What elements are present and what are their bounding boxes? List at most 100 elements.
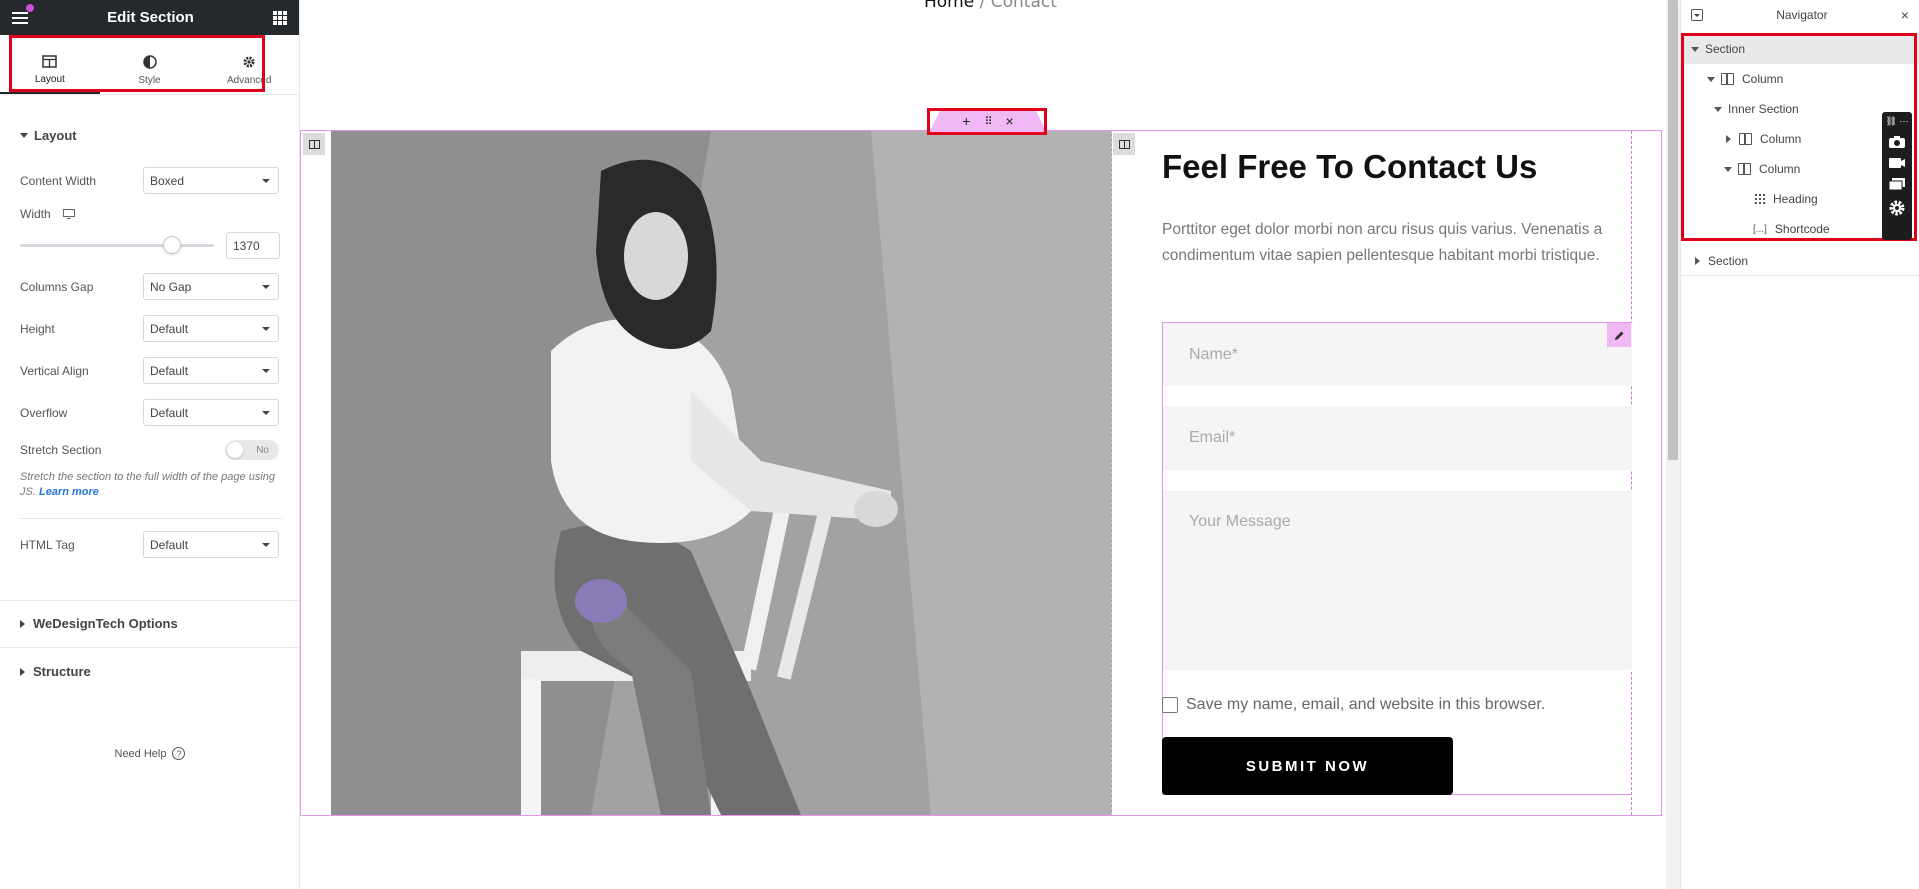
tab-style-label: Style — [138, 75, 161, 86]
tab-layout[interactable]: Layout — [0, 35, 100, 94]
link-icon[interactable]: ⛓ ⋯ — [1886, 116, 1909, 127]
nav-item-section[interactable]: Section — [1681, 246, 1919, 276]
message-field[interactable]: Your Message — [1163, 491, 1632, 670]
chevron-down-icon — [262, 410, 270, 415]
camera-icon[interactable] — [1888, 135, 1906, 149]
scrollbar-thumb[interactable] — [1668, 0, 1678, 460]
overflow-value: Default — [150, 405, 189, 420]
breadcrumb-separator: / — [979, 0, 986, 12]
wedesign-section-title: WeDesignTech Options — [33, 616, 178, 631]
nav-item-label: Section — [1708, 253, 1749, 268]
tab-advanced-label: Advanced — [226, 75, 272, 86]
stretch-section-description: Stretch the section to the full width of… — [20, 470, 282, 500]
content-width-label: Content Width — [20, 173, 97, 188]
html-tag-control: HTML Tag Default — [20, 531, 279, 558]
save-info-label: Save my name, email, and website in this… — [1186, 696, 1546, 713]
save-info-checkbox[interactable] — [1162, 697, 1178, 713]
name-field[interactable]: Name* — [1163, 323, 1632, 386]
breadcrumb-current: Contact — [990, 0, 1057, 12]
style-icon — [142, 55, 157, 69]
editor-panel: Edit Section Layout Style Advanced Layou… — [0, 0, 300, 889]
vertical-align-value: Default — [150, 363, 189, 378]
learn-more-link[interactable]: Learn more — [39, 486, 99, 498]
tab-style[interactable]: Style — [100, 35, 200, 94]
stretch-section-toggle[interactable]: No — [225, 440, 279, 460]
collapse-all-icon[interactable] — [1691, 9, 1703, 21]
tab-layout-label: Layout — [34, 73, 65, 85]
divider — [0, 647, 300, 648]
height-value: Default — [150, 321, 189, 336]
tab-advanced[interactable]: Advanced — [199, 35, 299, 94]
wedesign-section-toggle[interactable]: WeDesignTech Options — [0, 616, 198, 631]
caret-down-icon — [20, 133, 28, 138]
close-icon[interactable]: × — [1901, 7, 1909, 23]
widgets-grid-icon[interactable] — [273, 10, 287, 25]
caret-right-icon — [20, 619, 25, 628]
width-number-input[interactable]: 1370 — [226, 232, 280, 259]
layout-icon — [42, 54, 58, 68]
save-info-checkbox-row: Save my name, email, and website in this… — [1162, 696, 1545, 714]
structure-section-toggle[interactable]: Structure — [0, 664, 111, 679]
html-tag-label: HTML Tag — [20, 537, 75, 552]
toggle-label: No — [256, 444, 269, 456]
submit-button[interactable]: SUBMIT NOW — [1162, 737, 1453, 795]
chevron-down-icon — [262, 178, 270, 183]
width-control: Width — [20, 207, 279, 221]
hamburger-menu-icon[interactable] — [12, 3, 34, 24]
height-control: Height Default — [20, 315, 279, 342]
desktop-icon[interactable] — [62, 209, 75, 219]
html-tag-select[interactable]: Default — [143, 531, 279, 558]
divider — [20, 518, 282, 519]
height-label: Height — [20, 321, 55, 336]
content-width-select[interactable]: Boxed — [143, 167, 279, 194]
panel-tabs: Layout Style Advanced — [0, 35, 299, 95]
screens-icon[interactable] — [1888, 177, 1906, 191]
breadcrumb-home[interactable]: Home — [924, 0, 974, 12]
panel-header: Edit Section — [0, 0, 299, 35]
chevron-down-icon — [262, 326, 270, 331]
help-icon: ? — [172, 747, 186, 760]
handle-highlight-box — [927, 108, 1047, 135]
height-select[interactable]: Default — [143, 315, 279, 342]
layout-section-toggle[interactable]: Layout — [0, 128, 97, 143]
width-label: Width — [20, 207, 51, 221]
woman-on-chair-photo — [331, 131, 1112, 815]
contact-heading: Feel Free To Contact Us — [1162, 148, 1538, 185]
chevron-down-icon — [262, 284, 270, 289]
photo-illustration — [331, 131, 1111, 815]
vertical-align-select[interactable]: Default — [143, 357, 279, 384]
floating-capture-toolbar: ⛓ ⋯ — [1882, 112, 1912, 240]
width-slider-handle[interactable] — [163, 236, 181, 254]
gear-icon — [243, 56, 255, 68]
columns-gap-value: No Gap — [150, 279, 192, 294]
gear-icon[interactable] — [1888, 199, 1906, 217]
layout-section-title: Layout — [34, 128, 77, 143]
column-handle-icon[interactable] — [303, 133, 325, 155]
caret-right-icon — [20, 667, 25, 676]
need-help-label: Need Help — [114, 747, 167, 760]
need-help-link[interactable]: Need Help ? — [0, 747, 300, 760]
overflow-control: Overflow Default — [20, 399, 279, 426]
stretch-section-label: Stretch Section — [20, 443, 102, 457]
navigator-title: Navigator — [1776, 8, 1828, 22]
overflow-select[interactable]: Default — [143, 399, 279, 426]
structure-section-title: Structure — [33, 664, 91, 679]
columns-gap-label: Columns Gap — [20, 279, 94, 294]
canvas-scrollbar[interactable] — [1666, 0, 1680, 889]
email-field[interactable]: Email* — [1163, 406, 1632, 470]
chevron-down-icon — [262, 542, 270, 547]
content-width-value: Boxed — [150, 173, 185, 188]
navigator-header: Navigator × — [1681, 0, 1919, 30]
content-width-control: Content Width Boxed — [20, 167, 279, 194]
caret-right-icon — [1695, 256, 1700, 265]
divider — [0, 600, 300, 601]
video-icon[interactable] — [1888, 157, 1906, 169]
overflow-label: Overflow — [20, 405, 68, 420]
columns-gap-select[interactable]: No Gap — [143, 273, 279, 300]
width-slider-track[interactable] — [20, 244, 214, 247]
html-tag-value: Default — [150, 537, 189, 552]
edit-pencil-icon[interactable] — [1607, 323, 1631, 347]
breadcrumb: Home / Contact — [924, 0, 1057, 12]
preview-canvas: Home / Contact Feel Free To Contact Us P… — [300, 0, 1666, 889]
contact-paragraph: Porttitor eget dolor morbi non arcu risu… — [1162, 221, 1603, 264]
